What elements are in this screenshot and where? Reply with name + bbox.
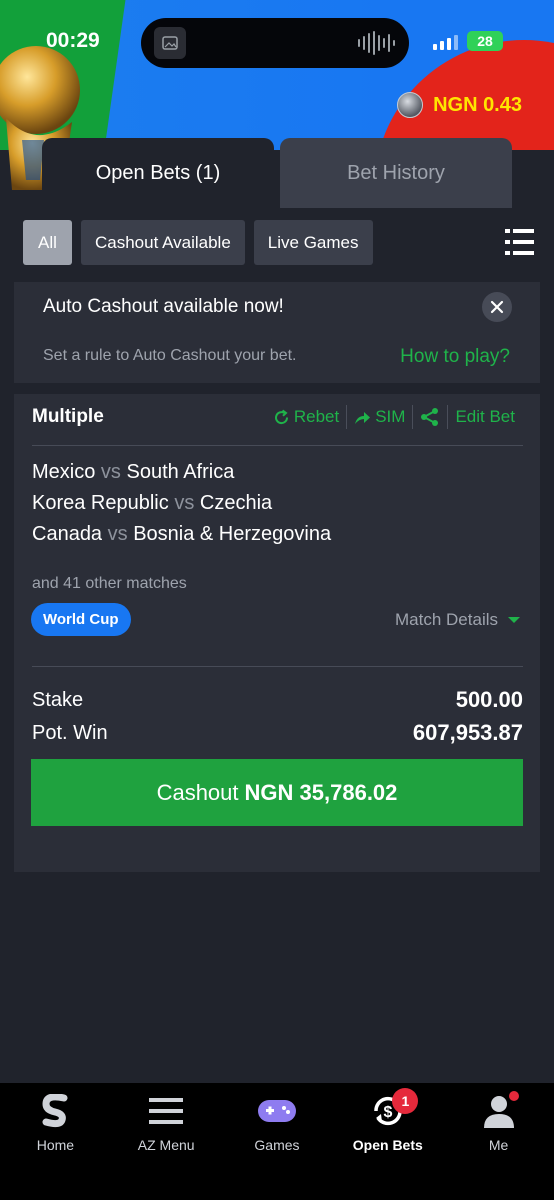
battery-level: 28 [477,33,493,49]
tab-open-bets[interactable]: Open Bets (1) [42,138,274,208]
stake-value: 500.00 [455,687,523,712]
dynamic-island [141,18,409,68]
nav-home[interactable]: Home [0,1083,111,1200]
away-team: Bosnia & Herzegovina [133,523,332,545]
match-details-toggle[interactable]: Match Details [395,610,520,630]
match-item: Canada vs Bosnia & Herzegovina [32,523,331,546]
notice-text: Set a rule to Auto Cashout your bet. [43,347,297,364]
svg-text:$: $ [383,1104,392,1121]
away-team: Czechia [199,492,273,514]
how-to-play-link[interactable]: How to play? [400,346,510,368]
nav-home-label: Home [36,1137,75,1153]
rebet-button[interactable]: Rebet [266,407,346,427]
nav-me[interactable]: Me [443,1083,554,1200]
list-view-icon[interactable] [505,228,534,256]
nav-open-bets[interactable]: $ 1 Open Bets [332,1083,443,1200]
filter-all[interactable]: All [23,220,72,265]
battery-icon: 28 [467,31,503,51]
share-button[interactable] [413,407,447,427]
cashout-button[interactable]: Cashout NGN 35,786.02 [31,759,523,826]
nav-open-bets-label: Open Bets [352,1137,423,1153]
filter-live-games[interactable]: Live Games [253,220,373,265]
home-team: Canada [32,523,103,545]
nav-games-label: Games [254,1137,300,1153]
vs-label: vs [107,523,128,545]
edit-bet-button[interactable]: Edit Bet [448,407,522,427]
auto-cashout-notice: Auto Cashout available now! Set a rule t… [14,282,540,383]
open-bets-badge: 1 [392,1088,419,1114]
share-arrow-icon [355,411,371,424]
notice-title: Auto Cashout available now! [43,296,284,317]
bet-card: Multiple Rebet SIM Edit Bet Mexico vs So… [14,394,540,872]
signal-icon [433,35,458,50]
match-item: Mexico vs South Africa [32,461,234,484]
bet-type: Multiple [32,406,104,427]
account-balance[interactable]: NGN 0.43 [397,92,522,118]
rebet-label: Rebet [293,407,340,426]
potential-win-label: Pot. Win [32,721,108,744]
stake-row: Stake 500.00 [32,687,523,713]
menu-icon [146,1091,186,1131]
vs-label: vs [100,461,121,483]
edit-bet-label: Edit Bet [455,407,515,426]
tab-bet-history[interactable]: Bet History [280,138,512,208]
potential-win-value: 607,953.87 [412,720,523,745]
bottom-nav: Home AZ Menu Games $ 1 Open Bets Me [0,1083,554,1200]
cashout-label: Cashout [156,779,239,805]
share-icon [421,408,439,426]
home-team: Korea Republic [32,492,169,514]
sporty-logo-icon [35,1091,75,1131]
nav-games[interactable]: Games [222,1083,333,1200]
sim-label: SIM [375,407,406,426]
stake-label: Stake [32,688,84,711]
vs-label: vs [174,492,195,514]
nav-az-menu[interactable]: AZ Menu [111,1083,222,1200]
cashout-amount: NGN 35,786.02 [244,779,398,805]
sim-button[interactable]: SIM [347,407,412,427]
competition-tag: World Cup [31,603,131,636]
nav-az-menu-label: AZ Menu [137,1137,195,1153]
close-icon[interactable] [482,292,512,322]
potential-win-row: Pot. Win 607,953.87 [32,720,523,746]
image-icon [154,27,186,59]
audio-wave-icon [358,31,395,55]
match-details-label: Match Details [395,610,498,629]
gamepad-icon [257,1091,297,1131]
avatar[interactable] [397,92,424,118]
chevron-down-icon [508,617,520,623]
nav-me-label: Me [488,1137,509,1153]
other-matches-count: and 41 other matches [32,575,187,592]
filter-cashout-available[interactable]: Cashout Available [81,220,245,265]
away-team: South Africa [126,461,235,483]
balance-amount: NGN 0.43 [433,93,522,116]
clock: 00:29 [46,29,100,52]
refresh-icon [274,409,288,424]
filter-bar: All Cashout Available Live Games [23,220,373,265]
divider [32,445,523,446]
home-team: Mexico [32,461,96,483]
status-bar: 00:29 28 [0,18,554,68]
bet-actions: Rebet SIM Edit Bet [266,405,522,429]
divider [32,666,523,667]
match-item: Korea Republic vs Czechia [32,492,272,515]
